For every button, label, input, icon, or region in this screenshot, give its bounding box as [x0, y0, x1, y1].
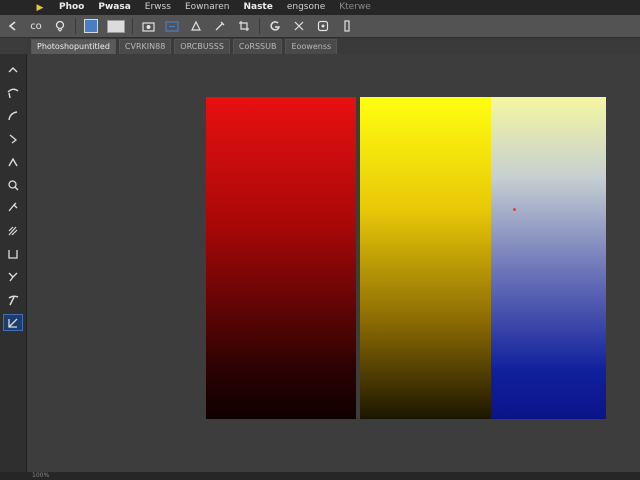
pen-icon[interactable] — [212, 18, 228, 34]
document-canvas[interactable] — [206, 97, 606, 419]
peak-icon[interactable] — [4, 154, 22, 169]
blue-gradient-panel — [491, 97, 606, 419]
crop-icon[interactable] — [236, 18, 252, 34]
tab-cvrkin88[interactable]: CVRKIN88 — [118, 39, 172, 54]
path-icon[interactable] — [4, 131, 22, 146]
status-bar: 100% — [0, 472, 640, 480]
tab-eoowenss[interactable]: Eoowenss — [285, 39, 338, 54]
color-swatch-blue[interactable] — [83, 18, 99, 34]
curve-icon[interactable] — [4, 108, 22, 123]
grid-icon[interactable] — [315, 18, 331, 34]
menu-bar: ▶ Phoo Pwasa Erwss Eownaren Naste engson… — [0, 0, 640, 15]
tab-photoshop-untitled[interactable]: Photoshopuntitled — [31, 39, 116, 54]
separator — [132, 18, 133, 34]
options-bar: co — [0, 15, 640, 38]
hand-icon[interactable] — [52, 18, 68, 34]
separator — [75, 18, 76, 34]
menu-item-erwss[interactable]: Erwss — [138, 0, 178, 15]
menu-item-engsone[interactable]: engsone — [280, 0, 332, 15]
slice-icon[interactable] — [4, 223, 22, 238]
letter-g-icon[interactable] — [267, 18, 283, 34]
separator — [259, 18, 260, 34]
color-swatch-white[interactable] — [107, 18, 125, 34]
document-tab-bar: Photoshopuntitled CVRKIN88 ORCBUSSS CoRS… — [27, 38, 640, 54]
brush-tool-icon[interactable] — [4, 269, 22, 284]
layout-icon[interactable] — [164, 18, 180, 34]
app-logo-icon[interactable]: ▶ — [34, 3, 46, 13]
tab-orcbusss[interactable]: ORCBUSSS — [174, 39, 230, 54]
yellow-gradient-panel — [360, 97, 491, 419]
menu-item-pwasa[interactable]: Pwasa — [91, 0, 137, 15]
menu-item-phoo[interactable]: Phoo — [52, 0, 91, 15]
eraser-tool-icon[interactable] — [4, 292, 22, 307]
red-gradient-panel — [206, 97, 356, 419]
tab-corssub[interactable]: CoRSSUB — [232, 39, 283, 54]
color-sample-marker — [513, 208, 516, 211]
quick-select-icon[interactable] — [4, 177, 22, 192]
back-icon[interactable] — [4, 18, 20, 34]
caret-icon[interactable] — [4, 62, 22, 77]
lasso-icon[interactable] — [4, 85, 22, 100]
camera-icon[interactable] — [140, 18, 156, 34]
gradient-tool-icon[interactable] — [3, 314, 23, 331]
frame-icon[interactable] — [4, 246, 22, 261]
crop-tool-icon[interactable] — [4, 200, 22, 215]
menu-item-eownaren[interactable]: Eownaren — [178, 0, 237, 15]
zoom-status: 100% — [32, 472, 50, 479]
menu-item-naste[interactable]: Naste — [236, 0, 279, 15]
brush-icon[interactable] — [339, 18, 355, 34]
shape-icon[interactable] — [188, 18, 204, 34]
zoom-label[interactable]: co — [28, 18, 44, 34]
transform-icon[interactable] — [291, 18, 307, 34]
tools-panel — [0, 54, 27, 472]
menu-item-kterwe[interactable]: Kterwe — [332, 0, 378, 15]
canvas-workspace[interactable] — [28, 55, 640, 472]
